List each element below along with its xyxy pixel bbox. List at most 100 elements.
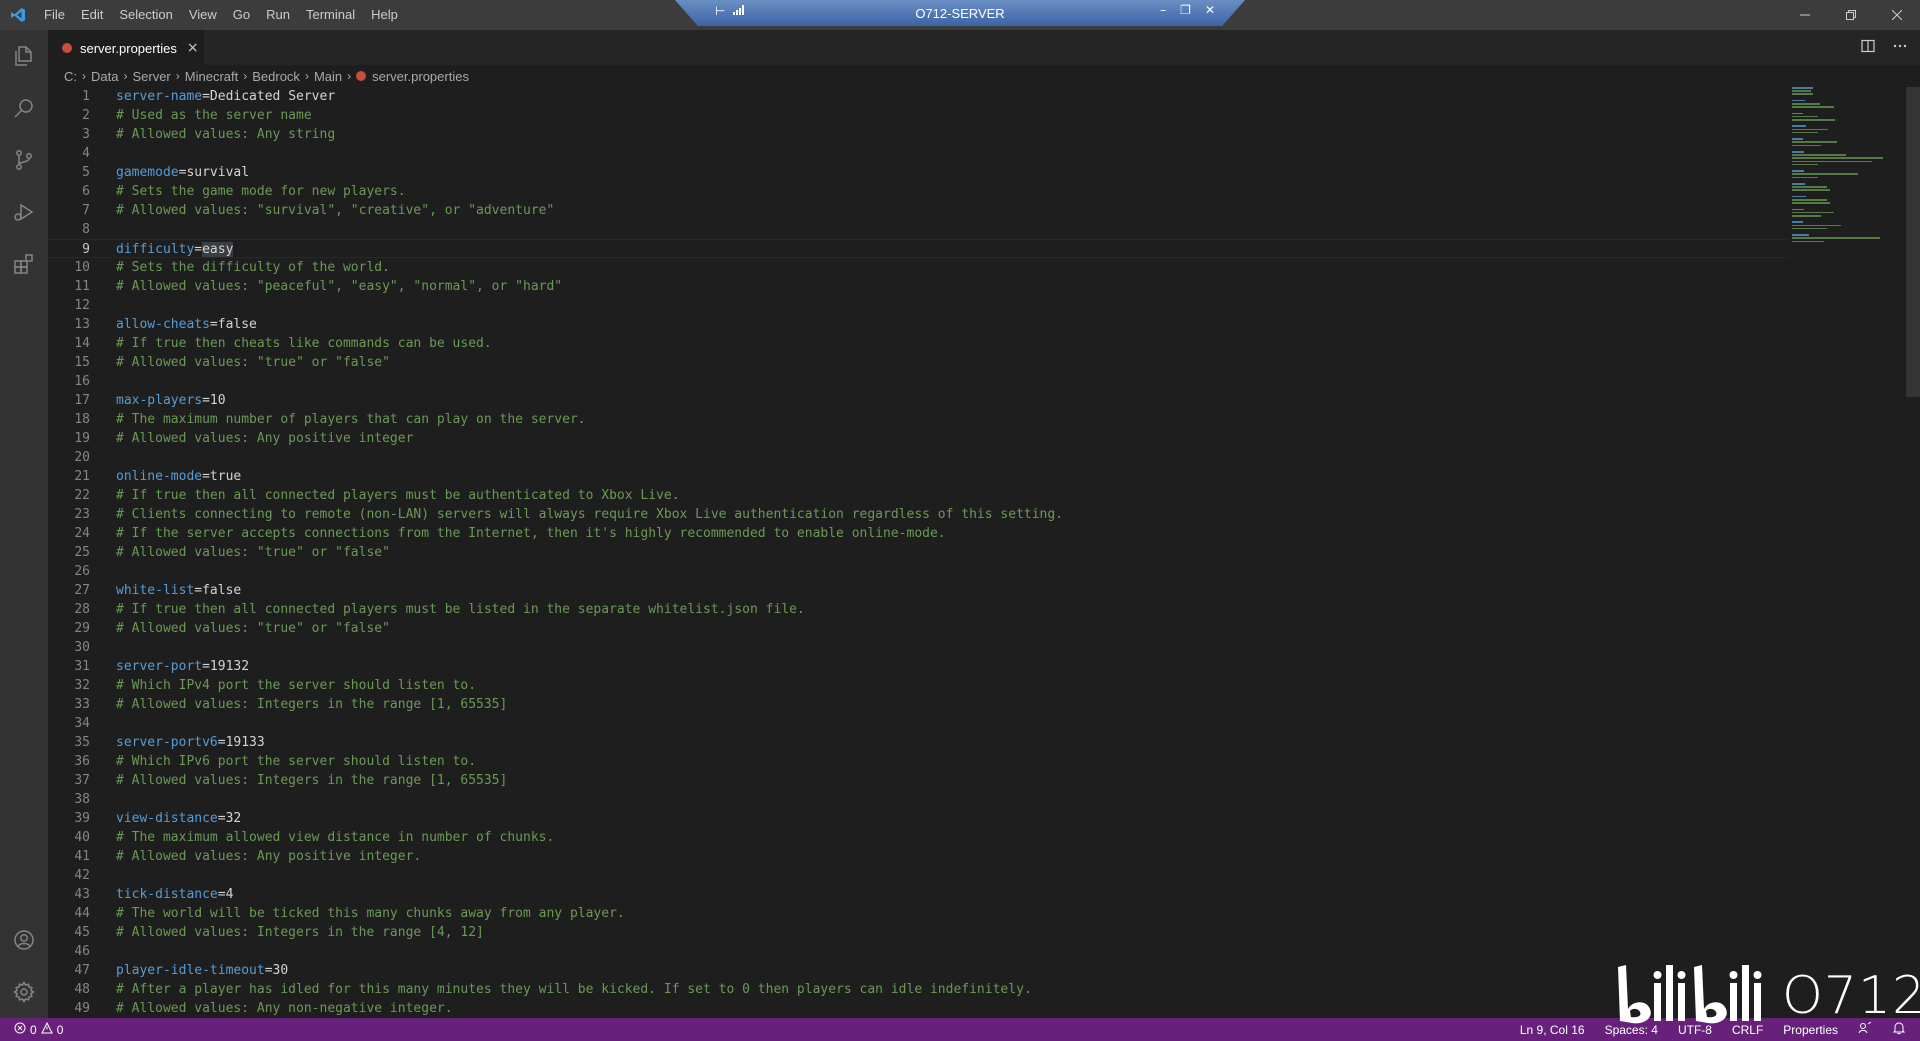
code-line[interactable]: 20 (48, 448, 1788, 467)
line-content: white-list=false (116, 581, 241, 600)
code-line[interactable]: 23 # Clients connecting to remote (non-LA… (48, 505, 1788, 524)
run-debug-icon[interactable] (0, 186, 48, 238)
line-number: 38 (74, 792, 90, 807)
restore-icon[interactable] (1828, 0, 1874, 30)
code-line[interactable]: 19 # Allowed values: Any positive integer (48, 429, 1788, 448)
code-line[interactable]: 4 (48, 144, 1788, 163)
code-line[interactable]: 49 # Allowed values: Any non-negative int… (48, 999, 1788, 1018)
menu-edit[interactable]: Edit (73, 0, 111, 30)
code-line[interactable]: 24 # If the server accepts connections fr… (48, 524, 1788, 543)
vertical-scrollbar[interactable] (1906, 87, 1920, 397)
code-line[interactable]: 17 max-players=10 (48, 391, 1788, 410)
more-actions-icon[interactable] (1892, 38, 1908, 58)
code-line[interactable]: 33 # Allowed values: Integers in the rang… (48, 695, 1788, 714)
code-editor[interactable]: 1 server-name=Dedicated Server 2 # Used as … (48, 87, 1920, 1018)
gear-icon[interactable] (0, 966, 48, 1018)
tab-server-properties[interactable]: server.properties × (48, 30, 204, 65)
code-line[interactable]: 30 (48, 638, 1788, 657)
code-line[interactable]: 3 # Allowed values: Any string (48, 125, 1788, 144)
code-line[interactable]: 25 # Allowed values: "true" or "false" (48, 543, 1788, 562)
code-line[interactable]: 1 server-name=Dedicated Server (48, 87, 1788, 106)
extensions-icon[interactable] (0, 238, 48, 290)
code-line[interactable]: 38 (48, 790, 1788, 809)
code-line[interactable]: 6 # Sets the game mode for new players. (48, 182, 1788, 201)
menu-terminal[interactable]: Terminal (298, 0, 363, 30)
code-line[interactable]: 36 # Which IPv6 port the server should li… (48, 752, 1788, 771)
comment: # If the server accepts connections from… (116, 526, 946, 541)
code-line[interactable]: 48 # After a player has idled for this ma… (48, 980, 1788, 999)
code-line[interactable]: 37 # Allowed values: Integers in the rang… (48, 771, 1788, 790)
problems-status[interactable]: 0 0 (0, 1021, 63, 1037)
tab-close-icon[interactable]: × (187, 40, 199, 56)
menu-run[interactable]: Run (258, 0, 298, 30)
line-number: 8 (82, 222, 90, 237)
remote-close-icon[interactable]: ✕ (1205, 3, 1215, 17)
code-line[interactable]: 44 # The world will be ticked this many c… (48, 904, 1788, 923)
menu-help[interactable]: Help (363, 0, 406, 30)
window-controls (1782, 0, 1920, 30)
minimap-line (1792, 195, 1807, 198)
breadcrumb-main[interactable]: Main (314, 69, 342, 84)
code-line[interactable]: 32 # Which IPv4 port the server should li… (48, 676, 1788, 695)
minimap[interactable] (1792, 87, 1904, 287)
source-control-icon[interactable] (0, 134, 48, 186)
code-line[interactable]: 47 player-idle-timeout=30 (48, 961, 1788, 980)
code-line[interactable]: 11 # Allowed values: "peaceful", "easy", … (48, 277, 1788, 296)
code-line[interactable]: 29 # Allowed values: "true" or "false" (48, 619, 1788, 638)
code-line[interactable]: 21 online-mode=true (48, 467, 1788, 486)
line-number: 14 (74, 336, 90, 351)
code-line[interactable]: 7 # Allowed values: "survival", "creative… (48, 201, 1788, 220)
code-line[interactable]: 14 # If true then cheats like commands ca… (48, 334, 1788, 353)
code-line[interactable]: 31 server-port=19132 (48, 657, 1788, 676)
chevron-right-icon: › (347, 69, 352, 83)
code-line[interactable]: 16 (48, 372, 1788, 391)
explorer-icon[interactable] (0, 30, 48, 82)
code-line[interactable]: 13 allow-cheats=false (48, 315, 1788, 334)
code-line[interactable]: 8 (48, 220, 1788, 239)
breadcrumb-data[interactable]: Data (91, 69, 118, 84)
accounts-icon[interactable] (0, 914, 48, 966)
breadcrumb-file[interactable]: server.properties (372, 69, 469, 84)
line-number: 20 (74, 450, 90, 465)
code-line[interactable]: 40 # The maximum allowed view distance in… (48, 828, 1788, 847)
cursor-position[interactable]: Ln 9, Col 16 (1520, 1023, 1585, 1037)
search-icon[interactable] (0, 82, 48, 134)
code-line[interactable]: 9 difficulty=easy (48, 239, 1788, 258)
pin-icon[interactable]: ⊢ (715, 4, 725, 18)
remote-restore-icon[interactable]: ❐ (1180, 3, 1191, 17)
code-line[interactable]: 41 # Allowed values: Any positive integer… (48, 847, 1788, 866)
breadcrumb-bedrock[interactable]: Bedrock (252, 69, 300, 84)
code-line[interactable]: 42 (48, 866, 1788, 885)
code-line[interactable]: 18 # The maximum number of players that c… (48, 410, 1788, 429)
code-line[interactable]: 5 gamemode=survival (48, 163, 1788, 182)
code-line[interactable]: 2 # Used as the server name (48, 106, 1788, 125)
minimap-line (1792, 221, 1804, 223)
breadcrumb-drive[interactable]: C: (64, 69, 77, 84)
code-line[interactable]: 26 (48, 562, 1788, 581)
code-line[interactable]: 46 (48, 942, 1788, 961)
code-line[interactable]: 27 white-list=false (48, 581, 1788, 600)
breadcrumb-minecraft[interactable]: Minecraft (185, 69, 238, 84)
chevron-right-icon: › (243, 69, 248, 83)
close-icon[interactable] (1874, 0, 1920, 30)
split-editor-icon[interactable] (1860, 38, 1876, 58)
line-number: 37 (74, 773, 90, 788)
line-number: 35 (74, 735, 90, 750)
code-line[interactable]: 45 # Allowed values: Integers in the rang… (48, 923, 1788, 942)
code-line[interactable]: 22 # If true then all connected players m… (48, 486, 1788, 505)
remote-minimize-icon[interactable]: – (1160, 3, 1166, 17)
code-line[interactable]: 43 tick-distance=4 (48, 885, 1788, 904)
menu-go[interactable]: Go (225, 0, 258, 30)
code-line[interactable]: 34 (48, 714, 1788, 733)
minimize-icon[interactable] (1782, 0, 1828, 30)
menu-selection[interactable]: Selection (111, 0, 180, 30)
breadcrumb-server[interactable]: Server (132, 69, 170, 84)
code-line[interactable]: 39 view-distance=32 (48, 809, 1788, 828)
code-line[interactable]: 28 # If true then all connected players m… (48, 600, 1788, 619)
menu-file[interactable]: File (36, 0, 73, 30)
code-line[interactable]: 12 (48, 296, 1788, 315)
code-line[interactable]: 10 # Sets the difficulty of the world. (48, 258, 1788, 277)
menu-view[interactable]: View (181, 0, 225, 30)
code-line[interactable]: 15 # Allowed values: "true" or "false" (48, 353, 1788, 372)
code-line[interactable]: 35 server-portv6=19133 (48, 733, 1788, 752)
